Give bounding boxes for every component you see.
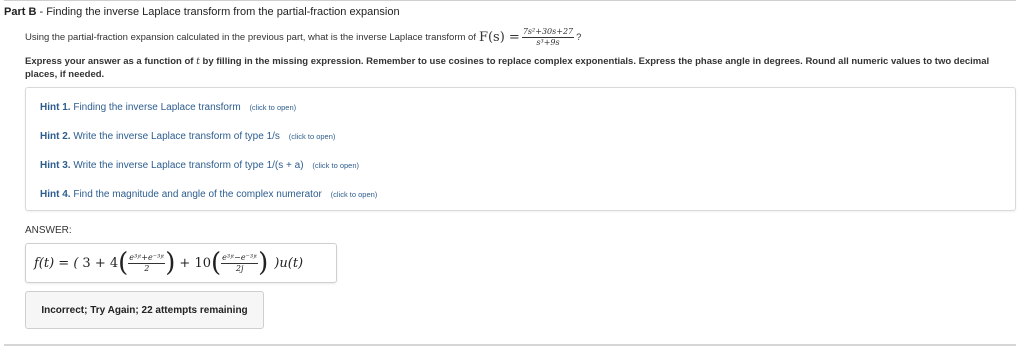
question-mark: ?: [576, 32, 582, 43]
hint-text: Write the inverse Laplace transform of t…: [73, 131, 280, 142]
hint-open-link[interactable]: (click to open): [289, 132, 336, 141]
hint-1[interactable]: Hint 1. Finding the inverse Laplace tran…: [40, 102, 296, 113]
fraction-numerator: e³ʲᵗ−e⁻³ʲᵗ: [221, 252, 259, 264]
right-paren-icon: ): [258, 248, 269, 278]
question: Using the partial-fraction expansion cal…: [25, 27, 581, 48]
hint-number: Hint 2.: [40, 131, 71, 142]
hint-3[interactable]: Hint 3. Write the inverse Laplace transf…: [40, 160, 359, 171]
hint-2[interactable]: Hint 2. Write the inverse Laplace transf…: [40, 131, 335, 142]
answer-fraction-2: e³ʲᵗ−e⁻³ʲᵗ 2j: [221, 252, 259, 274]
answer-lhs: f(t) = (: [34, 255, 79, 271]
hint-open-link[interactable]: (click to open): [312, 161, 359, 170]
answer-term2: + 10: [179, 255, 211, 271]
answer-label: ANSWER:: [25, 225, 72, 236]
left-paren-icon: (: [211, 248, 222, 278]
instructions: Express your answer as a function of t b…: [25, 55, 1005, 81]
part-separator: -: [36, 6, 47, 18]
hint-4[interactable]: Hint 4. Find the magnitude and angle of …: [40, 189, 377, 200]
right-paren-icon: ): [165, 248, 176, 278]
fraction-denominator: 2j: [235, 263, 244, 273]
transfer-function-fraction: 7s²+30s+27 s³+9s: [521, 27, 575, 48]
hint-number: Hint 3.: [40, 160, 71, 171]
part-title: Part B - Finding the inverse Laplace tra…: [4, 6, 400, 18]
fraction-denominator: s³+9s: [536, 38, 560, 47]
fraction-numerator: e³ʲᵗ+e⁻³ʲᵗ: [128, 252, 166, 264]
hint-open-link[interactable]: (click to open): [331, 190, 378, 199]
part-title-text: Finding the inverse Laplace transform fr…: [46, 6, 400, 18]
fraction-numerator: 7s²+30s+27: [521, 27, 575, 38]
hint-text: Find the magnitude and angle of the comp…: [73, 189, 322, 200]
left-paren-icon: (: [118, 248, 129, 278]
hint-number: Hint 4.: [40, 189, 71, 200]
feedback-box: Incorrect; Try Again; 22 attempts remain…: [25, 291, 264, 329]
hint-text: Write the inverse Laplace transform of t…: [73, 160, 304, 171]
part-label: Part B: [4, 6, 37, 18]
instructions-prefix: Express your answer as a function of: [25, 56, 194, 67]
hint-number: Hint 1.: [40, 102, 71, 113]
answer-input[interactable]: f(t) = ( 3 + 4 ( e³ʲᵗ+e⁻³ʲᵗ 2 ) + 10 ( e…: [25, 243, 337, 283]
fraction-denominator: 2: [144, 263, 150, 273]
answer-term1: 3 + 4: [82, 255, 119, 271]
feedback-text: Incorrect; Try Again; 22 attempts remain…: [41, 304, 248, 316]
answer-rhs: )u(t): [274, 255, 304, 271]
instructions-variable: t: [196, 56, 200, 67]
question-text: Using the partial-fraction expansion cal…: [25, 32, 476, 43]
top-divider: [4, 0, 1016, 1]
bottom-divider: [4, 344, 1016, 346]
hints-panel: Hint 1. Finding the inverse Laplace tran…: [25, 87, 1016, 211]
hint-text: Finding the inverse Laplace transform: [73, 102, 241, 113]
function-label: F(s) =: [478, 30, 520, 45]
answer-fraction-1: e³ʲᵗ+e⁻³ʲᵗ 2: [128, 252, 166, 274]
hint-open-link[interactable]: (click to open): [249, 103, 296, 112]
